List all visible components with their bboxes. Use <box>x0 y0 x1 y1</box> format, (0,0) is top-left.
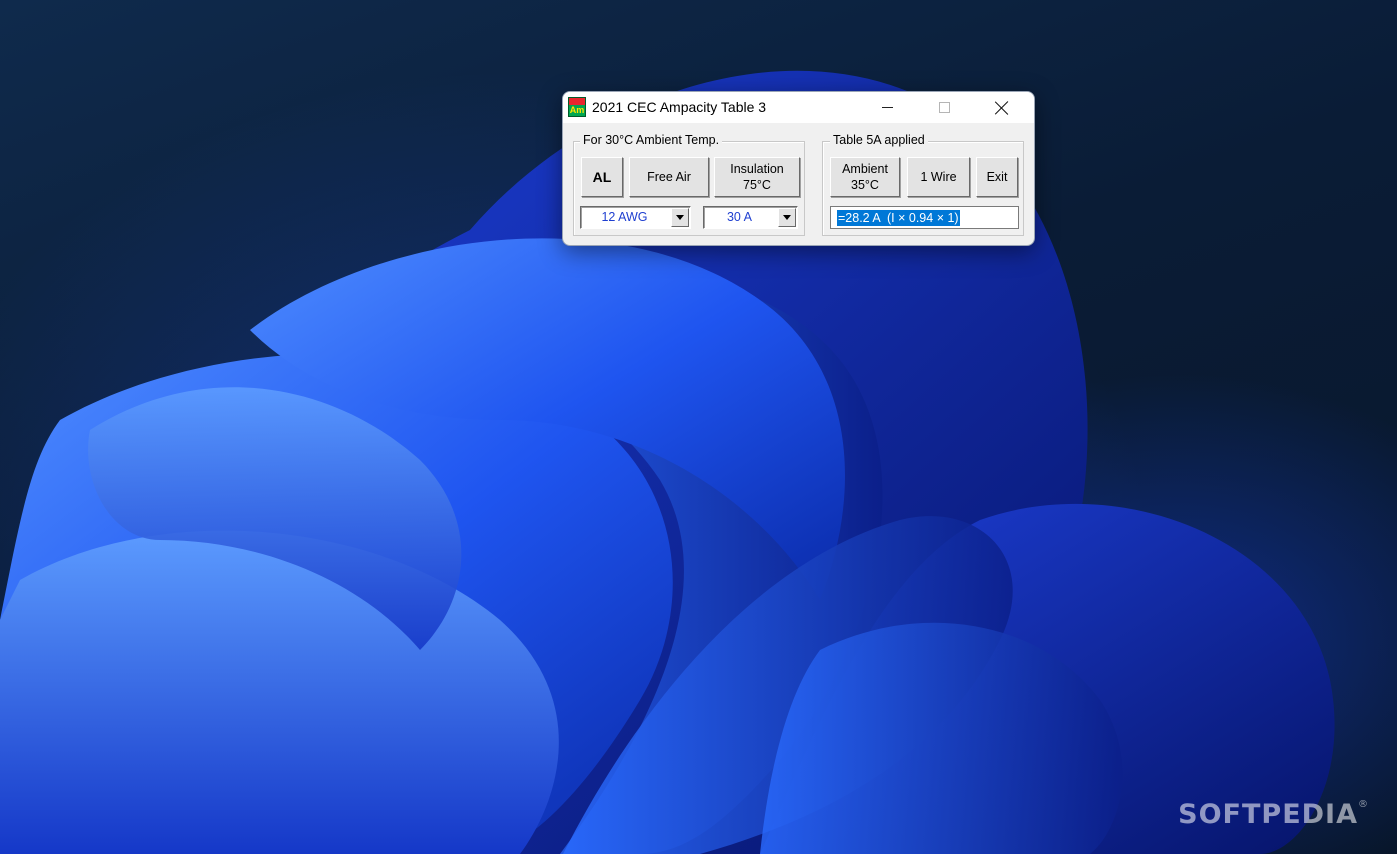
maximize-icon <box>938 102 950 113</box>
wire-gauge-dropdown-button[interactable] <box>671 208 689 227</box>
ampacity-dropdown-button[interactable] <box>778 208 796 227</box>
ampacity-window: Am 2021 CEC Ampacity Table 3 For 30°C Am… <box>562 91 1035 246</box>
chevron-down-icon <box>676 215 684 220</box>
watermark-registered-mark: ® <box>1358 799 1369 810</box>
ambient-temp-group-label: For 30°C Ambient Temp. <box>580 133 723 147</box>
minimize-button[interactable] <box>864 92 910 123</box>
table-5a-group-label: Table 5A applied <box>830 133 928 147</box>
result-text: =28.2 A (I × 0.94 × 1) <box>837 210 960 226</box>
al-button[interactable]: AL <box>581 157 623 197</box>
app-icon: Am <box>568 97 586 117</box>
title-bar[interactable]: Am 2021 CEC Ampacity Table 3 <box>563 92 1034 123</box>
ampacity-select[interactable]: 30 A <box>703 206 798 229</box>
window-title: 2021 CEC Ampacity Table 3 <box>592 99 767 115</box>
result-field[interactable]: =28.2 A (I × 0.94 × 1) <box>830 206 1019 229</box>
ambient-button[interactable]: Ambient 35°C <box>830 157 900 197</box>
wire-gauge-value: 12 AWG <box>601 210 648 224</box>
wire-count-button[interactable]: 1 Wire <box>907 157 970 197</box>
free-air-button[interactable]: Free Air <box>629 157 709 197</box>
softpedia-watermark: SOFTPEDIA® <box>1178 799 1369 830</box>
exit-button[interactable]: Exit <box>976 157 1018 197</box>
close-button[interactable] <box>979 92 1025 123</box>
chevron-down-icon <box>783 215 791 220</box>
close-icon <box>995 101 1009 115</box>
minimize-icon <box>881 107 893 108</box>
ampacity-value: 30 A <box>726 210 753 224</box>
app-icon-letters: Am <box>569 105 585 115</box>
watermark-text: SOFTPEDIA <box>1178 799 1358 830</box>
wire-gauge-select[interactable]: 12 AWG <box>580 206 691 229</box>
app-icon-top <box>569 98 585 105</box>
insulation-button[interactable]: Insulation 75°C <box>714 157 800 197</box>
maximize-button <box>921 92 967 123</box>
